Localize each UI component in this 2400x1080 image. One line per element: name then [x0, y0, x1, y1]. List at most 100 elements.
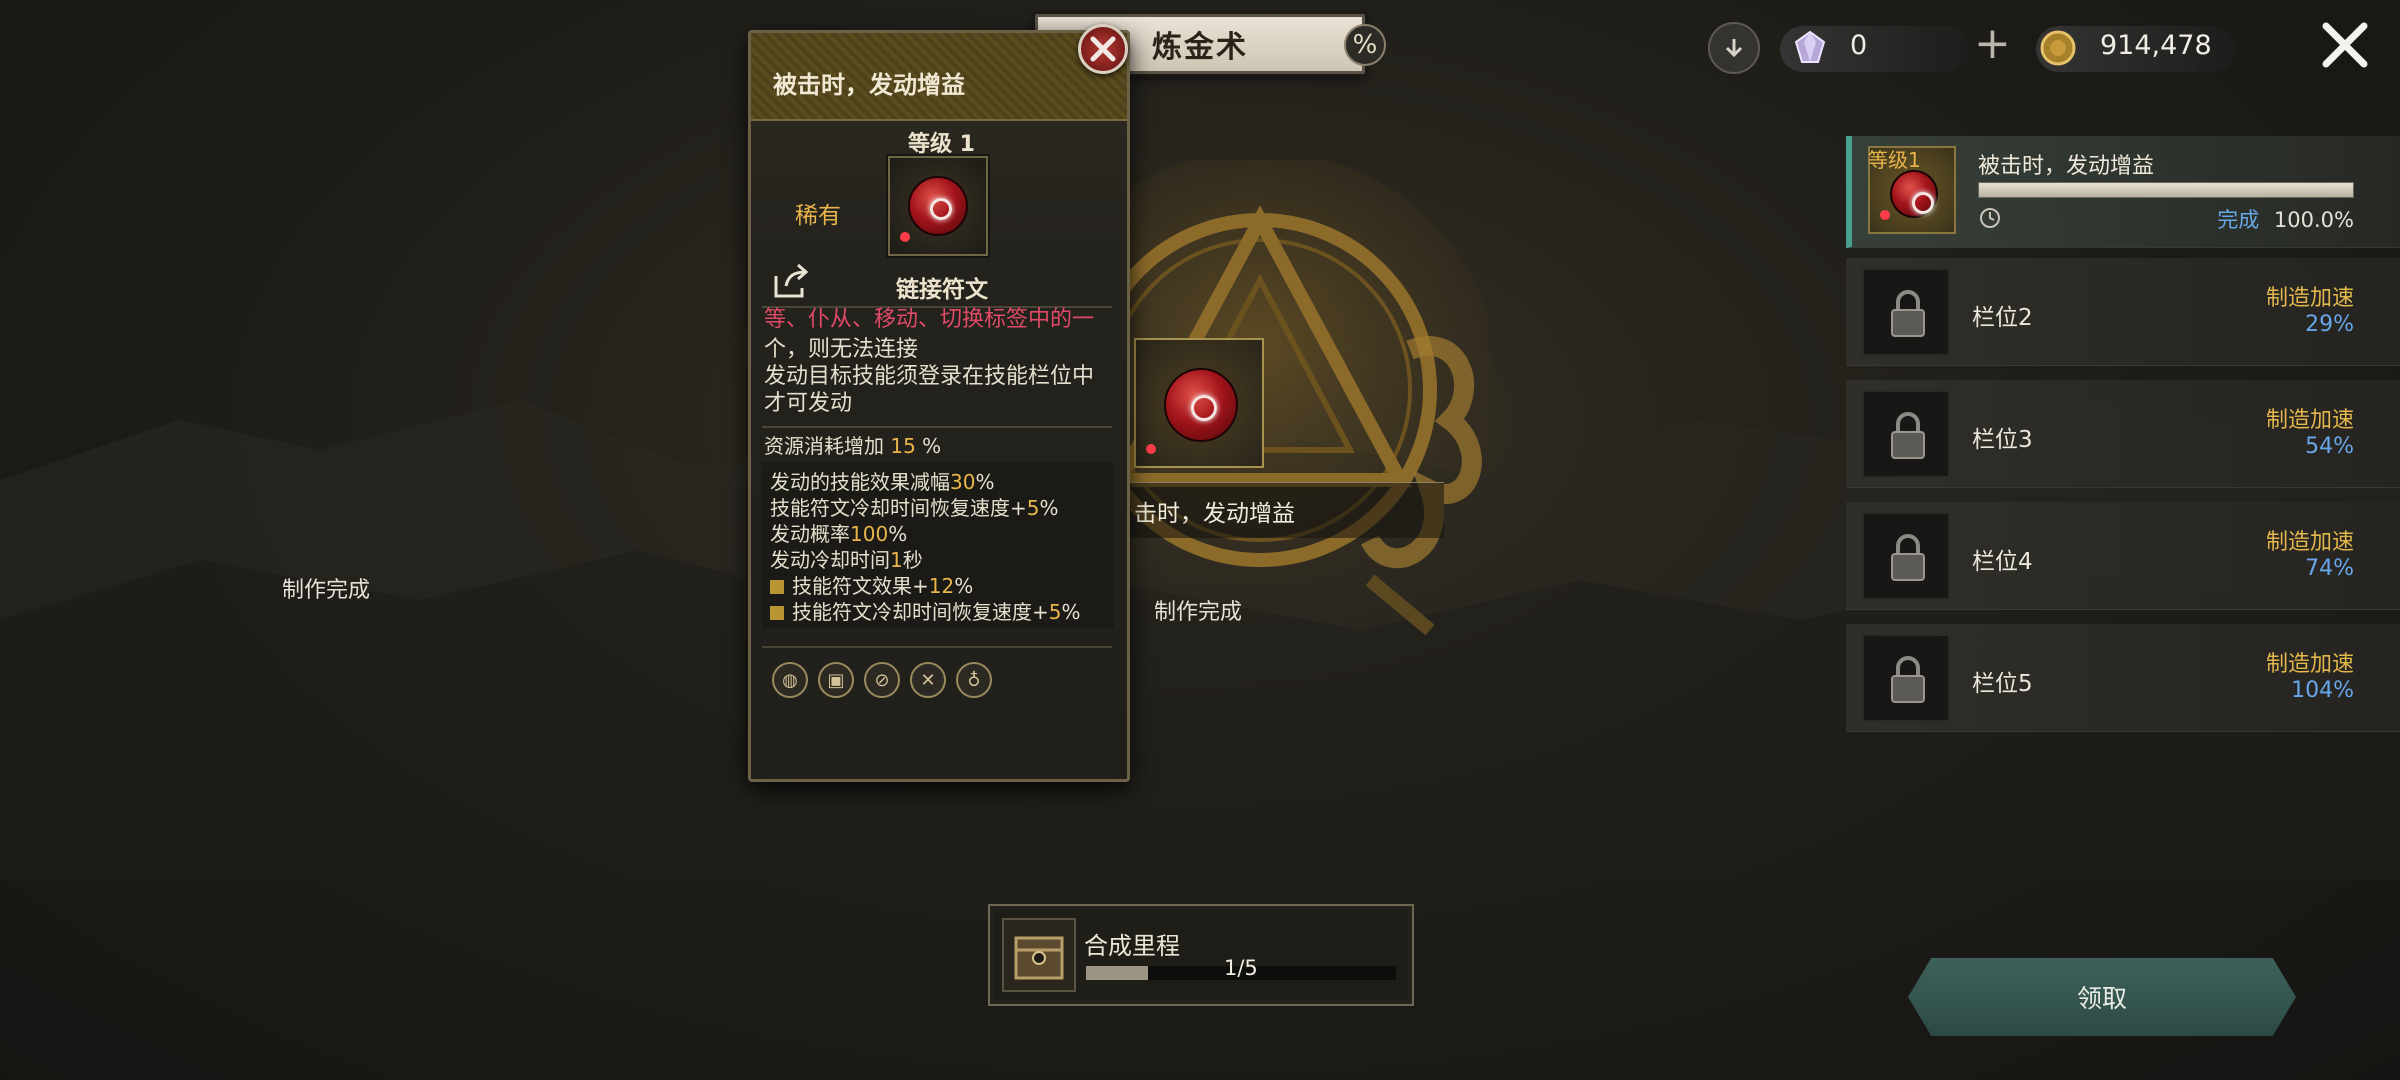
stat-value: 12	[928, 574, 955, 598]
bag-icon: ◍	[772, 662, 808, 698]
bonus-stat-line-2: 技能符文冷却时间恢复速度+5%	[770, 600, 1081, 625]
stat-value: 100	[850, 522, 889, 546]
tooltip-rune-frame	[888, 156, 988, 256]
stat-value: 5	[1026, 496, 1040, 520]
gem-count: 0	[1850, 30, 1868, 61]
slot-lock-frame	[1862, 634, 1950, 722]
center-rune-name: 击时，发动增益	[1134, 501, 1295, 527]
rune-rarity: 稀有	[795, 203, 841, 229]
slot-status: 完成	[2217, 208, 2260, 232]
slot-percent: 100.0%	[2273, 208, 2354, 232]
divider	[762, 646, 1112, 648]
resource-cost-label: 资源消耗增加	[764, 434, 884, 458]
slot-progress-fill	[1979, 183, 2353, 197]
resource-cost-value: 15	[890, 434, 916, 458]
milestone-progress-fill	[1086, 966, 1148, 980]
stat-label: 发动冷却时间	[770, 548, 890, 572]
rune-name: 链接符文	[896, 277, 988, 303]
tooltip-desc-line-3: 才可发动	[764, 391, 853, 416]
stat-label: 技能符文效果+	[792, 574, 929, 598]
lock-icon	[1891, 290, 1925, 337]
close-icon	[1090, 36, 1116, 62]
tooltip-desc-line-2: 发动目标技能须登录在技能栏位中	[764, 364, 1095, 389]
milestone-count: 1/5	[1224, 956, 1258, 980]
rune-gem-icon	[1164, 368, 1238, 442]
slot-level: 等级1	[1868, 148, 1921, 172]
notification-dot	[1880, 210, 1890, 220]
tools-icon: ✕	[910, 662, 946, 698]
tooltip-title: 被击时，发动增益	[773, 71, 965, 99]
slot-speed-value: 104%	[2291, 678, 2354, 703]
stat-line-1: 发动的技能效果减幅30%	[770, 470, 994, 495]
slot-lock-frame	[1862, 268, 1950, 356]
diamond-icon	[1794, 30, 1826, 63]
notification-dot	[1146, 444, 1156, 454]
slot-progress-bar	[1978, 182, 2354, 198]
slot-status-line: 完成 100.0%	[2217, 204, 2354, 234]
bonus-stat-line-1: 技能符文效果+12%	[770, 574, 973, 599]
notification-dot	[900, 232, 910, 242]
slot-speed-label: 制造加速	[2265, 652, 2354, 677]
tooltip-close-button[interactable]	[1078, 24, 1128, 74]
stat-unit: %	[1061, 600, 1081, 624]
slot-speed-label: 制造加速	[2265, 408, 2354, 433]
resource-cost-unit: %	[922, 434, 942, 458]
tooltip-desc-line-1: 个，则无法连接	[764, 337, 919, 362]
percent-button[interactable]: %	[1344, 24, 1386, 66]
craft-slot-3[interactable]: 栏位3 制造加速 54%	[1846, 380, 2400, 488]
share-icon[interactable]	[772, 262, 812, 300]
divider	[762, 426, 1112, 428]
download-button[interactable]	[1708, 22, 1760, 74]
stat-unit: %	[954, 574, 974, 598]
gold-count: 914,478	[2100, 30, 2212, 61]
stat-label: 技能符文冷却时间恢复速度+	[770, 496, 1027, 520]
slot-label: 栏位2	[1972, 305, 2033, 331]
slot-rune-name: 被击时，发动增益	[1978, 154, 2155, 179]
slot-label: 栏位3	[1972, 427, 2033, 453]
gold-coin-icon	[2040, 30, 2076, 66]
stat-line-3: 发动概率100%	[770, 522, 907, 547]
no-sword-icon: ⊘	[864, 662, 900, 698]
craft-complete-label-left: 制作完成	[282, 578, 371, 603]
stat-unit: %	[1039, 496, 1059, 520]
close-icon[interactable]	[2318, 18, 2372, 72]
slot-label: 栏位4	[1972, 549, 2033, 575]
stat-label: 发动概率	[770, 522, 850, 546]
craft-slot-1[interactable]: 等级1 被击时，发动增益 完成 100.0%	[1846, 136, 2400, 248]
lock-icon	[1891, 534, 1925, 581]
stat-value: 30	[950, 470, 976, 494]
claim-button[interactable]: 领取	[1908, 958, 2296, 1036]
add-gems-button[interactable]: +	[1974, 22, 2011, 66]
lock-icon	[1891, 656, 1925, 703]
stat-label: 发动的技能效果减幅	[770, 470, 950, 494]
slot-speed-label: 制造加速	[2265, 530, 2354, 555]
stat-unit: 秒	[902, 548, 923, 572]
bullet-icon	[770, 606, 784, 620]
craft-slot-4[interactable]: 栏位4 制造加速 74%	[1846, 502, 2400, 610]
arrow-down-icon	[1725, 39, 1743, 58]
rune-level: 等级 1	[908, 132, 975, 157]
chest-icon	[1014, 936, 1064, 980]
rune-gem-icon	[1890, 170, 1938, 218]
stat-unit: %	[888, 522, 908, 546]
clock-icon	[1980, 208, 2000, 228]
slot-speed-value: 29%	[2305, 312, 2354, 337]
stat-value: 1	[890, 548, 903, 572]
milestone-title: 合成里程	[1084, 932, 1180, 960]
lock-icon	[1891, 412, 1925, 459]
center-rune-slot[interactable]	[1134, 338, 1264, 468]
craft-slot-5[interactable]: 栏位5 制造加速 104%	[1846, 624, 2400, 732]
milestone-chest-icon	[1002, 918, 1076, 992]
stat-value: 5	[1048, 600, 1062, 624]
tooltip-partial-line: 等、仆从、移动、切换标签中的一	[764, 307, 1095, 332]
slot-lock-frame	[1862, 512, 1950, 600]
craft-slot-2[interactable]: 栏位2 制造加速 29%	[1846, 258, 2400, 366]
category-icons: ◍ ▣ ⊘ ✕ ♁	[772, 662, 992, 698]
slot-speed-value: 54%	[2305, 434, 2354, 459]
slot-speed-label: 制造加速	[2265, 286, 2354, 311]
slot-speed-value: 74%	[2305, 556, 2354, 581]
slot-lock-frame	[1862, 390, 1950, 478]
resource-cost-line: 资源消耗增加 15 %	[764, 434, 941, 459]
craft-complete-label-center: 制作完成	[1154, 600, 1243, 625]
stat-line-2: 技能符文冷却时间恢复速度+5%	[770, 496, 1059, 521]
